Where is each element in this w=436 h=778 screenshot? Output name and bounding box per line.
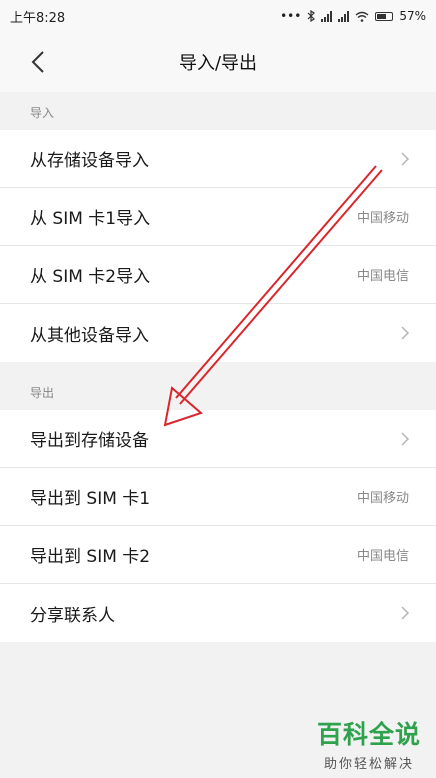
export-group: 导出到存储设备 导出到 SIM 卡1 中国移动 导出到 SIM 卡2 中国电信 … — [0, 410, 436, 642]
import-from-storage-row[interactable]: 从存储设备导入 — [0, 130, 436, 188]
status-bar: 上午8:28 ••• 57% — [0, 0, 436, 32]
chevron-right-icon — [401, 606, 410, 620]
status-icons: ••• 57% — [280, 9, 426, 23]
row-label: 从存储设备导入 — [30, 151, 149, 171]
signal-1-icon — [321, 10, 333, 22]
watermark-logo: 百科全说 助你轻松解决 — [310, 715, 428, 772]
row-label: 从其他设备导入 — [30, 325, 149, 346]
battery-icon — [375, 11, 394, 21]
chevron-right-icon — [401, 326, 410, 340]
page-title: 导入/导出 — [178, 53, 258, 74]
import-section-label: 导入 — [30, 106, 55, 120]
chevron-right-icon — [401, 432, 410, 446]
watermark-subtitle: 助你轻松解决 — [323, 757, 414, 772]
chevron-right-icon — [401, 152, 410, 166]
carrier-label: 中国电信 — [356, 549, 409, 564]
carrier-label: 中国移动 — [356, 491, 409, 506]
title-bar: 导入/导出 — [0, 32, 436, 92]
row-label: 导出到 SIM 卡2 — [30, 547, 151, 567]
chevron-left-icon — [31, 51, 44, 73]
wifi-icon — [355, 11, 369, 22]
carrier-label: 中国电信 — [356, 269, 409, 284]
row-label: 从 SIM 卡1导入 — [30, 209, 151, 229]
battery-level: 57% — [399, 9, 426, 23]
row-label: 导出到存储设备 — [30, 431, 149, 451]
import-group: 从存储设备导入 从 SIM 卡1导入 中国移动 从 SIM 卡2导入 中国电信 … — [0, 130, 436, 362]
row-label: 分享联系人 — [30, 605, 115, 626]
import-from-other-device-row[interactable]: 从其他设备导入 — [0, 304, 436, 362]
import-from-sim2-row[interactable]: 从 SIM 卡2导入 中国电信 — [0, 246, 436, 304]
annotation-arrow-icon — [163, 165, 383, 427]
more-dots-icon: ••• — [280, 9, 302, 23]
row-label: 导出到 SIM 卡1 — [30, 489, 151, 509]
export-to-storage-row[interactable]: 导出到存储设备 — [0, 410, 436, 468]
export-section-label: 导出 — [30, 386, 55, 400]
export-to-sim2-row[interactable]: 导出到 SIM 卡2 中国电信 — [0, 526, 436, 584]
carrier-label: 中国移动 — [356, 211, 409, 226]
row-label: 从 SIM 卡2导入 — [30, 267, 151, 287]
import-from-sim1-row[interactable]: 从 SIM 卡1导入 中国移动 — [0, 188, 436, 246]
export-to-sim1-row[interactable]: 导出到 SIM 卡1 中国移动 — [0, 468, 436, 526]
signal-2-icon — [338, 10, 350, 22]
bluetooth-icon — [307, 10, 316, 22]
share-contacts-row[interactable]: 分享联系人 — [0, 584, 436, 642]
status-time: 上午8:28 — [10, 10, 66, 26]
back-button[interactable] — [24, 48, 52, 76]
watermark-title: 百科全说 — [316, 720, 421, 749]
